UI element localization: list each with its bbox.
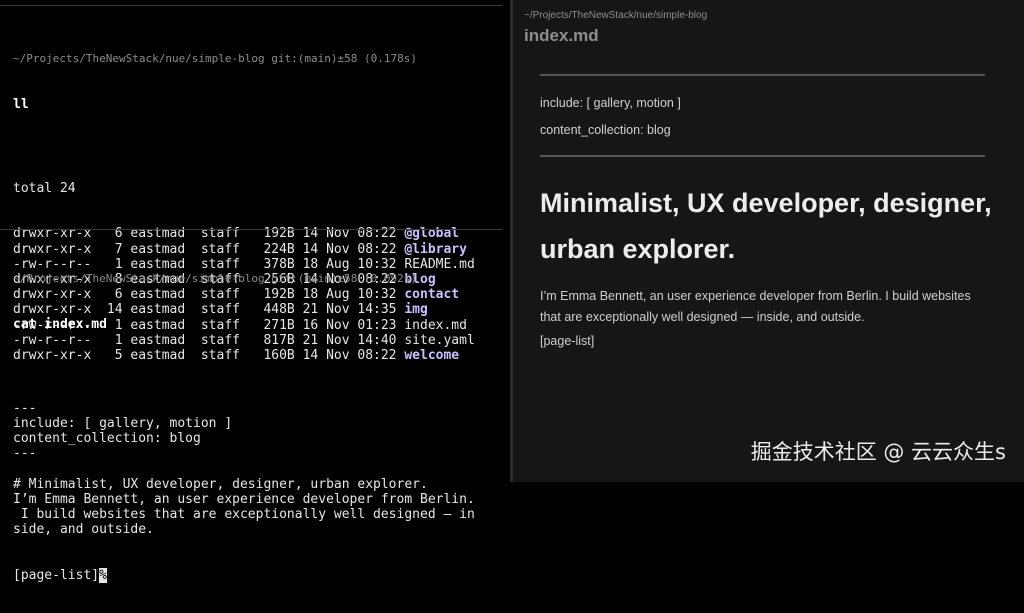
prompt-line-2: ~/Projects/TheNewStack/nue/simple-blog g… <box>13 272 417 286</box>
cat-line: content_collection: blog <box>13 431 475 446</box>
cat-line-text: --- <box>13 446 37 462</box>
terminal-cursor: % <box>99 567 107 583</box>
cat-line-text: include: [ gallery, motion ] <box>13 416 233 431</box>
listing-total: total 24 <box>13 180 76 196</box>
cat-line <box>13 462 475 477</box>
meta-collection: content_collection: blog <box>540 123 671 137</box>
cat-line-text: [page-list] <box>13 567 100 583</box>
terminal-pane-2[interactable]: ~/Projects/TheNewStack/nue/simple-blog g… <box>13 242 475 613</box>
preview-heading: Minimalist, UX developer, designer, urba… <box>540 188 992 264</box>
prompt-line-1: ~/Projects/TheNewStack/nue/simple-blog g… <box>13 52 417 66</box>
markdown-preview: ~/Projects/TheNewStack/nue/simple-blog i… <box>513 0 1024 482</box>
cat-line: I’m Emma Bennett, an user experience dev… <box>13 492 475 507</box>
meta-include: include: [ gallery, motion ] <box>540 96 681 110</box>
cat-line <box>13 553 475 568</box>
command-ll: ll <box>13 96 29 112</box>
cat-line: side, and outside. <box>13 522 475 537</box>
cat-output: --- include: [ gallery, motion ] content_c… <box>13 401 475 583</box>
cat-line: include: [ gallery, motion ] <box>13 416 475 431</box>
cat-line: [page-list]% <box>13 567 475 583</box>
cat-line-text: I build websites that are exceptionally … <box>13 507 475 523</box>
preview-page-list: [page-list] <box>540 334 595 348</box>
cat-line: I build websites that are exceptionally … <box>13 507 475 522</box>
cat-line <box>13 538 475 553</box>
cat-line: # Minimalist, UX developer, designer, ur… <box>13 477 475 492</box>
cat-line-text: I’m Emma Bennett, an user experience dev… <box>13 491 475 507</box>
cat-line-text: content_collection: blog <box>13 431 201 447</box>
pane-separator <box>0 229 502 230</box>
preview-filename: index.md <box>524 26 599 45</box>
frontmatter-rule-bottom <box>540 155 985 157</box>
cat-line-text: --- <box>13 400 37 416</box>
command-cat: cat index.md <box>13 316 107 332</box>
frontmatter-rule-top <box>540 74 985 76</box>
watermark-text: 掘金技术社区 @ 云云众生s <box>750 440 1006 464</box>
cat-line-text: side, and outside. <box>13 522 154 538</box>
preview-paragraph: I’m Emma Bennett, an user experience dev… <box>540 289 971 324</box>
cat-line-text: # Minimalist, UX developer, designer, ur… <box>13 476 428 492</box>
preview-path: ~/Projects/TheNewStack/nue/simple-blog <box>524 10 708 21</box>
pane-top-border <box>0 5 502 6</box>
cat-line: --- <box>13 401 475 416</box>
terminal-window[interactable]: ~/Projects/TheNewStack/nue/simple-blog g… <box>0 0 502 583</box>
cat-line: --- <box>13 446 475 461</box>
